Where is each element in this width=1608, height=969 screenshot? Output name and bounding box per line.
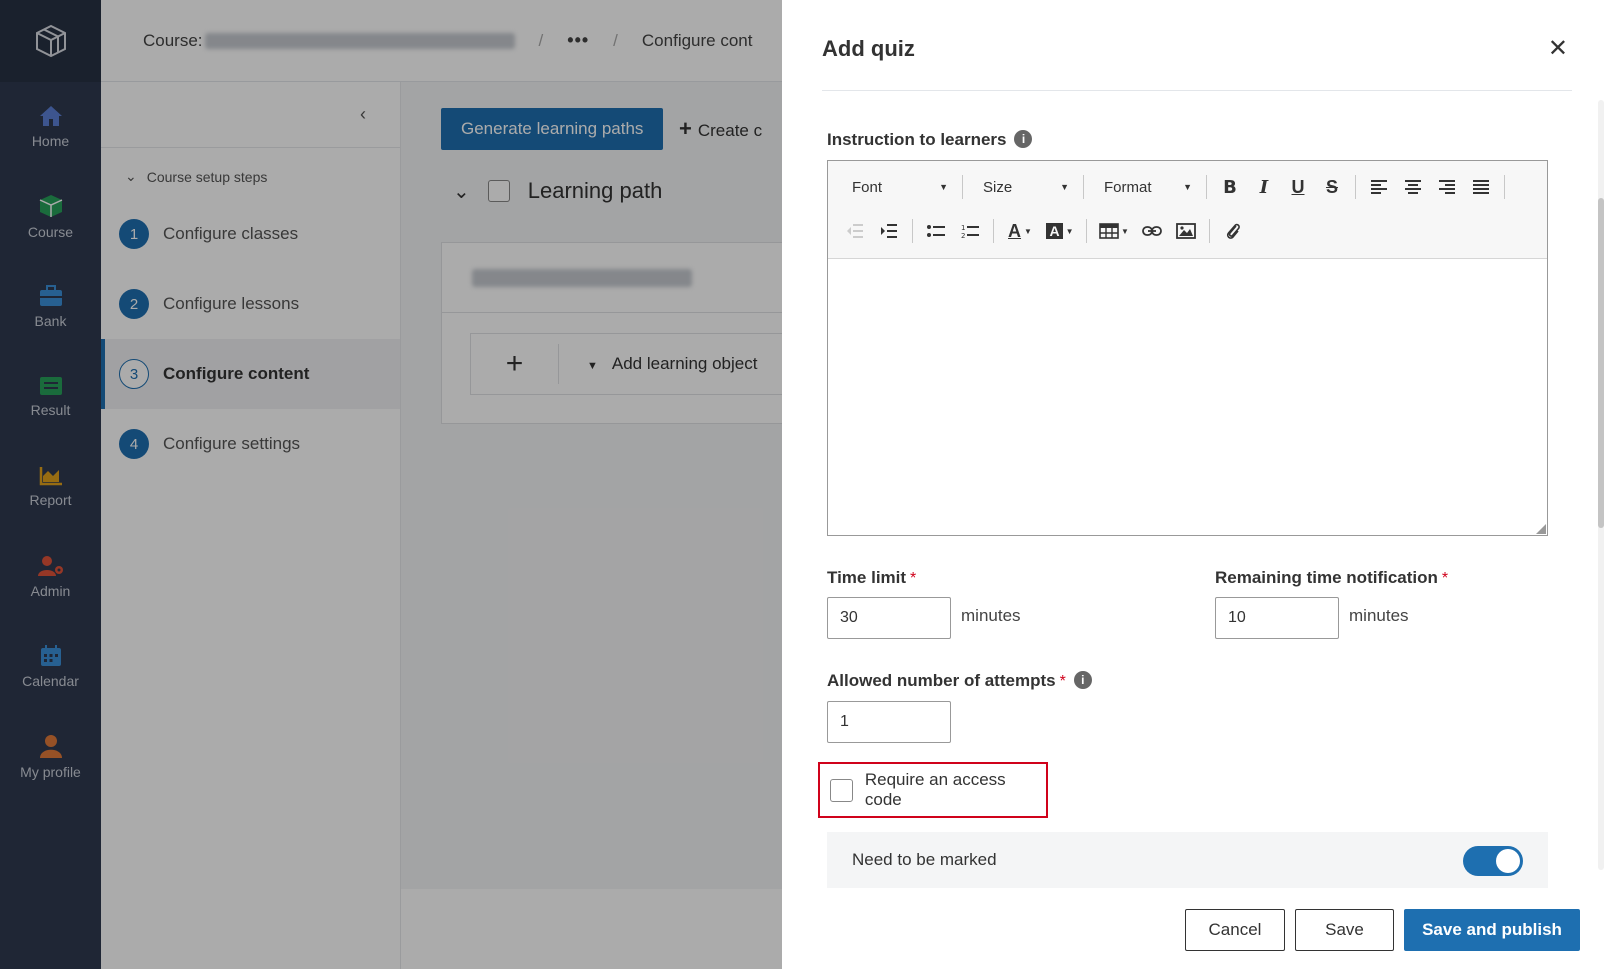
remaining-time-label: Remaining time notification *: [1215, 568, 1448, 588]
info-icon[interactable]: i: [1014, 130, 1033, 148]
divider: [822, 90, 1572, 91]
toolbar-separator: [1355, 175, 1356, 199]
numbered-list-icon[interactable]: 12: [953, 216, 987, 246]
align-justify-icon[interactable]: [1464, 172, 1498, 202]
table-icon[interactable]: ▼: [1093, 216, 1135, 246]
font-select-label: Font: [852, 178, 883, 196]
required-marker: *: [1059, 673, 1066, 690]
toolbar-separator: [912, 219, 913, 243]
remaining-time-label-text: Remaining time notification: [1215, 568, 1438, 587]
bold-icon[interactable]: B: [1213, 172, 1247, 202]
font-select[interactable]: Font ▼: [838, 172, 956, 202]
toolbar-separator: [1083, 175, 1084, 199]
drawer-footer: Cancel Save Save and publish: [782, 898, 1608, 969]
save-button[interactable]: Save: [1295, 909, 1394, 951]
align-left-icon[interactable]: [1362, 172, 1396, 202]
remaining-time-unit: minutes: [1349, 606, 1409, 625]
caret-down-icon: ▼: [939, 182, 948, 192]
background-color-icon[interactable]: A ▼: [1040, 216, 1080, 246]
toolbar-separator: [1086, 219, 1087, 243]
need-marked-toggle[interactable]: [1463, 846, 1523, 876]
underline-icon[interactable]: U: [1281, 172, 1315, 202]
editor-toolbar: Font ▼ Size ▼ Format ▼ B I U S 1 2 A ▼ A…: [828, 161, 1547, 259]
cancel-button[interactable]: Cancel: [1185, 909, 1285, 951]
attempts-label-text: Allowed number of attempts: [827, 671, 1056, 690]
need-marked-row: Need to be marked: [827, 832, 1548, 888]
save-and-publish-button[interactable]: Save and publish: [1404, 909, 1580, 951]
modal-overlay[interactable]: [0, 0, 782, 969]
access-code-highlight: Require an access code: [818, 762, 1048, 818]
align-right-icon[interactable]: [1430, 172, 1464, 202]
toolbar-separator: [1504, 175, 1505, 199]
caret-down-icon: ▼: [1183, 182, 1192, 192]
toolbar-separator: [1209, 219, 1210, 243]
access-code-checkbox[interactable]: [830, 778, 853, 802]
text-color-icon[interactable]: A ▼: [1000, 216, 1040, 246]
outdent-icon[interactable]: [838, 216, 872, 246]
link-icon[interactable]: [1135, 216, 1169, 246]
drawer-title: Add quiz: [822, 36, 915, 61]
time-limit-input[interactable]: [827, 597, 951, 639]
svg-text:2: 2: [961, 232, 965, 239]
toolbar-separator: [962, 175, 963, 199]
required-marker: *: [1441, 570, 1449, 587]
need-marked-label: Need to be marked: [852, 850, 997, 869]
time-limit-label: Time limit *: [827, 568, 916, 588]
format-select[interactable]: Format ▼: [1090, 172, 1200, 202]
italic-icon[interactable]: I: [1247, 172, 1281, 202]
image-icon[interactable]: [1169, 216, 1203, 246]
indent-icon[interactable]: [872, 216, 906, 246]
info-icon[interactable]: i: [1073, 671, 1092, 689]
instruction-label-text: Instruction to learners: [827, 130, 1007, 149]
instruction-label: Instruction to learners i: [827, 130, 1033, 150]
remaining-time-input[interactable]: [1215, 597, 1339, 639]
caret-down-icon: ▼: [1060, 182, 1069, 192]
editor-content-area[interactable]: [828, 259, 1547, 535]
format-select-label: Format: [1104, 178, 1152, 196]
toolbar-separator: [1206, 175, 1207, 199]
access-code-label[interactable]: Require an access code: [865, 770, 1046, 810]
size-select[interactable]: Size ▼: [969, 172, 1077, 202]
time-limit-unit: minutes: [961, 606, 1021, 625]
scrollbar[interactable]: [1598, 100, 1604, 870]
attempts-input[interactable]: [827, 701, 951, 743]
add-quiz-drawer: Add quiz ✕ Instruction to learners i Font…: [782, 0, 1608, 969]
time-limit-label-text: Time limit: [827, 568, 907, 587]
align-center-icon[interactable]: [1396, 172, 1430, 202]
rich-text-editor: Font ▼ Size ▼ Format ▼ B I U S 1 2 A ▼ A…: [827, 160, 1548, 536]
resize-handle-icon[interactable]: [1536, 524, 1546, 534]
bulleted-list-icon[interactable]: [919, 216, 953, 246]
toolbar-separator: [993, 219, 994, 243]
attachment-icon[interactable]: [1216, 216, 1250, 246]
close-icon[interactable]: ✕: [1548, 34, 1568, 63]
svg-text:1: 1: [961, 224, 965, 232]
strikethrough-icon[interactable]: S: [1315, 172, 1349, 202]
required-marker: *: [910, 570, 917, 587]
size-select-label: Size: [983, 178, 1013, 196]
attempts-label: Allowed number of attempts * i: [827, 671, 1092, 691]
